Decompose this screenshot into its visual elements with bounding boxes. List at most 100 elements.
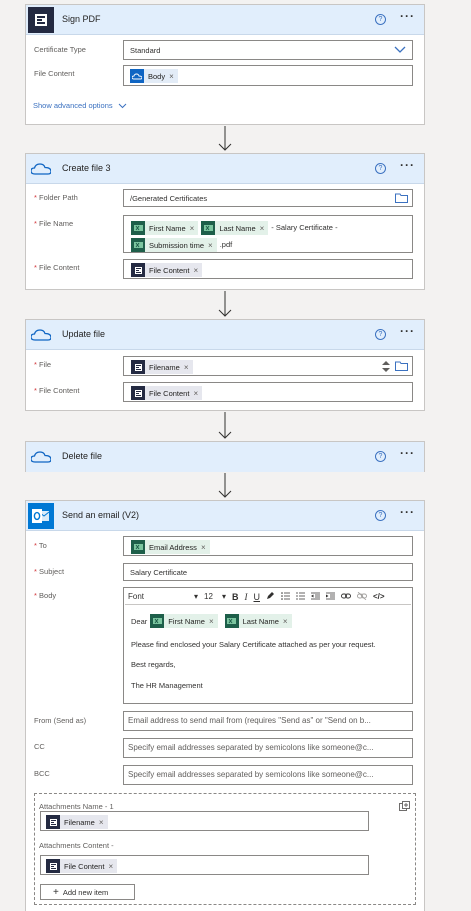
attachments-content-input[interactable]: File Content × [40,855,369,875]
help-icon[interactable]: ? [375,451,386,462]
from-input[interactable]: Email address to send mail from (require… [123,711,413,731]
certificate-type-dropdown[interactable]: Standard [123,40,413,60]
send-email-header[interactable]: Send an email (V2) ? ··· [26,501,424,531]
update-file-card: Update file ? ··· * File Filename × * Fi… [25,319,425,411]
bulleted-list-icon[interactable] [281,591,290,602]
filename-token[interactable]: Filename × [131,360,193,374]
chevron-down-icon [118,103,127,109]
delete-file-card: Delete file ? ··· [25,441,425,472]
increase-indent-icon[interactable] [326,592,335,602]
remove-token-icon[interactable]: × [201,543,206,552]
sign-pdf-header[interactable]: Sign PDF ? ··· [26,5,424,35]
decrease-indent-icon[interactable] [311,592,320,602]
help-icon[interactable]: ? [375,329,386,340]
code-view-icon[interactable]: </> [373,592,385,601]
folder-path-input[interactable]: /Generated Certificates [123,189,413,207]
to-label-text: To [38,541,47,550]
remove-token-icon[interactable]: × [169,72,174,81]
cc-input[interactable]: Specify email addresses separated by sem… [123,738,413,758]
pdf-icon [131,263,145,277]
font-size-dropdown[interactable]: 12 ▾ [204,592,226,601]
email-address-token[interactable]: Email Address × [131,540,210,554]
onedrive-app-icon [28,322,54,348]
more-options-icon[interactable]: ··· [400,324,415,338]
more-options-icon[interactable]: ··· [400,505,415,519]
help-icon[interactable]: ? [375,163,386,174]
attachments-name-input[interactable]: Filename × [40,811,369,831]
subject-input[interactable]: Salary Certificate [123,563,413,581]
attachments-array-icon[interactable] [399,801,410,812]
remove-token-icon[interactable]: × [108,862,113,871]
more-options-icon[interactable]: ··· [400,446,415,460]
first-name-token[interactable]: First Name × [150,614,218,628]
excel-icon [131,238,145,253]
submission-time-token[interactable]: Submission time × [131,237,217,254]
pdf-icon [46,859,60,873]
caret-down-icon: ▾ [221,592,226,601]
file-input[interactable]: Filename × [123,356,413,376]
flow-arrow-icon [218,412,232,439]
attachments-name-label: Attachments Name - 1 [39,802,114,811]
token-label: First Name [168,616,205,626]
underline-icon[interactable]: U [254,592,261,602]
remove-token-icon[interactable]: × [260,220,265,237]
first-name-token[interactable]: First Name × [131,220,199,237]
font-dropdown[interactable]: Font ▾ [128,592,198,601]
up-down-arrows-icon[interactable] [382,360,390,373]
file-content-token[interactable]: File Content × [131,263,203,277]
file-label: * File [34,360,52,369]
remove-token-icon[interactable]: × [209,617,214,626]
italic-icon[interactable]: I [245,592,248,602]
numbered-list-icon[interactable] [296,592,305,602]
create-file-header[interactable]: Create file 3 ? ··· [26,154,424,184]
remove-token-icon[interactable]: × [184,363,189,372]
folder-path-label: * Folder Path [34,193,78,202]
body-content: Dear First Name × Last Name × Please fin… [131,612,376,690]
file-content-token[interactable]: File Content × [131,386,203,400]
onedrive-app-icon [28,444,54,470]
flow-arrow-icon [218,473,232,498]
bold-icon[interactable]: B [232,592,239,602]
body-line-1: Please find enclosed your Salary Certifi… [131,640,376,649]
remove-token-icon[interactable]: × [190,220,195,237]
last-name-token[interactable]: Last Name × [224,614,292,628]
file-content-input[interactable]: Body × [123,65,413,86]
help-icon[interactable]: ? [375,510,386,521]
cc-label: CC [34,742,45,751]
body-label: * Body [34,591,57,600]
remove-token-icon[interactable]: × [193,266,198,275]
bcc-input[interactable]: Specify email addresses separated by sem… [123,765,413,785]
remove-token-icon[interactable]: × [193,389,198,398]
body-token[interactable]: Body × [130,69,178,83]
link-icon[interactable] [341,592,351,602]
folder-path-label-text: Folder Path [39,193,78,202]
token-label: Email Address [149,542,197,552]
more-options-icon[interactable]: ··· [400,9,415,23]
file-content-input[interactable]: File Content × [123,382,413,402]
remove-token-icon[interactable]: × [208,237,213,254]
body-label-text: Body [39,591,57,600]
add-new-item-button[interactable]: + Add new item [40,884,135,900]
filename-token[interactable]: Filename × [46,815,108,829]
body-editor[interactable]: Font ▾ 12 ▾ B I U </> Dear First Name × … [123,587,413,704]
to-input[interactable]: Email Address × [123,536,413,556]
file-name-input[interactable]: First Name × Last Name × - Salary Certif… [123,215,413,253]
file-content-input[interactable]: File Content × [123,259,413,279]
help-icon[interactable]: ? [375,14,386,25]
remove-token-icon[interactable]: × [99,818,104,827]
pdf-icon [131,360,145,374]
show-advanced-options-link[interactable]: Show advanced options [33,101,127,110]
pen-icon[interactable] [266,591,275,602]
remove-token-icon[interactable]: × [283,617,288,626]
subject-label-text: Subject [39,567,65,576]
last-name-token[interactable]: Last Name × [201,220,269,237]
folder-icon[interactable] [395,193,408,203]
card-title: Delete file [62,451,103,461]
more-options-icon[interactable]: ··· [400,158,415,172]
unlink-icon[interactable] [357,591,367,602]
delete-file-header[interactable]: Delete file ? ··· [26,442,424,472]
folder-icon[interactable] [395,361,408,371]
file-content-token[interactable]: File Content × [46,859,118,873]
card-title: Update file [62,329,106,339]
update-file-header[interactable]: Update file ? ··· [26,320,424,350]
